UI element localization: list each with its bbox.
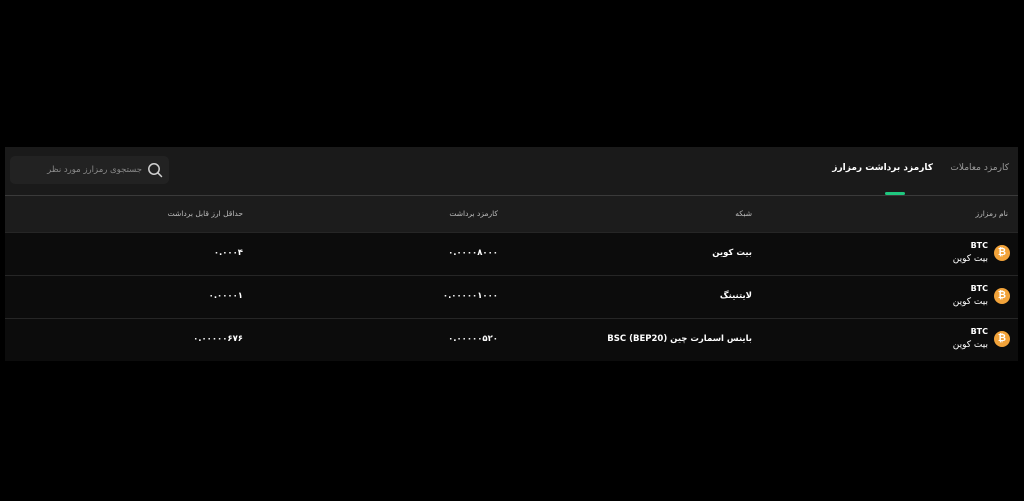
withdraw-fees-panel: کارمزد معاملات کارمزد برداشت رمزارز نام … bbox=[5, 147, 1018, 361]
coin-name: بیت کوین bbox=[952, 254, 988, 264]
table-row[interactable]: ₿ BTC بیت کوین بیت کوین ۰.۰۰۰۰۸۰۰۰ ۰.۰۰۰… bbox=[5, 232, 1018, 275]
header-min-withdraw: حداقل ارز قابل برداشت bbox=[167, 209, 243, 218]
header-withdraw-fee: کارمزد برداشت bbox=[449, 209, 498, 218]
search-icon[interactable] bbox=[147, 162, 163, 178]
fee-cell: ۰.۰۰۰۰۸۰۰۰ bbox=[448, 248, 498, 258]
network-cell: لایتنینگ bbox=[719, 291, 752, 301]
tab-trade-fees[interactable]: کارمزد معاملات bbox=[950, 163, 1009, 173]
active-tab-indicator bbox=[885, 192, 905, 195]
table-row[interactable]: ₿ BTC بیت کوین باینس اسمارت چین (BEP20) … bbox=[5, 318, 1018, 361]
table-row[interactable]: ₿ BTC بیت کوین لایتنینگ ۰.۰۰۰۰۰۱۰۰۰ ۰.۰۰… bbox=[5, 275, 1018, 318]
header-coin-name: نام رمزارز bbox=[975, 209, 1008, 218]
table-header: نام رمزارز شبکه کارمزد برداشت حداقل ارز … bbox=[5, 196, 1018, 232]
coin-name: بیت کوین bbox=[952, 297, 988, 307]
fee-cell: ۰.۰۰۰۰۰۵۲۰ bbox=[448, 334, 498, 344]
panel-header: کارمزد معاملات کارمزد برداشت رمزارز bbox=[5, 147, 1018, 196]
bitcoin-icon: ₿ bbox=[994, 331, 1010, 347]
coin-symbol: BTC bbox=[970, 327, 988, 336]
search-input[interactable] bbox=[10, 156, 148, 184]
tab-withdraw-fees[interactable]: کارمزد برداشت رمزارز bbox=[832, 163, 933, 173]
min-withdraw-cell: ۰.۰۰۰۰۱ bbox=[208, 291, 243, 301]
min-withdraw-cell: ۰.۰۰۰۴ bbox=[213, 248, 243, 258]
network-cell: بیت کوین bbox=[712, 248, 752, 258]
coin-name: بیت کوین bbox=[952, 340, 988, 350]
bitcoin-icon: ₿ bbox=[994, 288, 1010, 304]
network-cell: باینس اسمارت چین (BEP20) BSC bbox=[607, 334, 752, 344]
bitcoin-icon: ₿ bbox=[994, 245, 1010, 261]
fee-cell: ۰.۰۰۰۰۰۱۰۰۰ bbox=[442, 291, 498, 301]
search-box[interactable] bbox=[10, 156, 169, 184]
min-withdraw-cell: ۰.۰۰۰۰۰۶۷۶ bbox=[193, 334, 243, 344]
coin-symbol: BTC bbox=[970, 241, 988, 250]
coin-symbol: BTC bbox=[970, 284, 988, 293]
header-network: شبکه bbox=[735, 209, 752, 218]
